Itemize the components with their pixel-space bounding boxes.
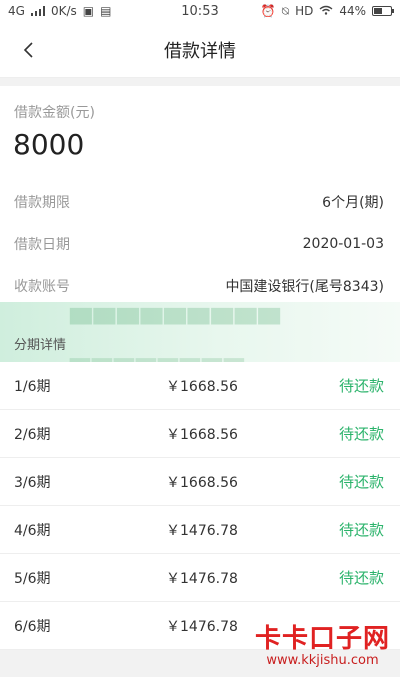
status-left: 4G 0K/s ▣ ▤ [8,4,148,18]
installment-list: 1/6期 ￥1668.56 待还款 2/6期 ￥1668.56 待还款 3/6期… [0,362,400,650]
loan-summary: 借款金额(元) 8000 借款期限 6个月(期) 借款日期 2020-01-03… [0,86,400,316]
term-value: 6个月(期) [322,195,384,211]
installment-status: 待还款 [338,473,384,491]
installment-amount: ￥1668.56 [166,426,238,443]
installment-period: 3/6期 [14,474,51,491]
chevron-left-icon [23,42,33,58]
installment-period: 1/6期 [14,378,51,395]
wifi-icon [319,4,333,18]
site-watermark-logo: 卡卡口子网 www.kkjishu.com [255,618,390,668]
silent-icon: ⍉ [281,3,290,18]
status-bar: 4G 0K/s ▣ ▤ 10:53 ⏰ ⍉ HD 44% [0,0,400,22]
nav-bar: 借款详情 [0,22,400,78]
installment-period: 5/6期 [14,570,51,587]
installment-row[interactable]: 1/6期 ￥1668.56 待还款 [0,362,400,410]
installment-amount: ￥1476.78 [166,522,238,539]
alarm-icon: ⏰ [260,4,276,18]
installment-amount: ￥1476.78 [166,570,238,587]
installment-amount: ￥1668.56 [166,474,238,491]
installment-row[interactable]: 2/6期 ￥1668.56 待还款 [0,410,400,458]
installment-row[interactable]: 3/6期 ￥1668.56 待还款 [0,458,400,506]
watermark-brand: 卡卡口子网 [254,624,390,654]
term-row: 借款期限 6个月(期) [14,190,384,214]
installment-status: 待还款 [338,425,384,443]
date-value: 2020-01-03 [302,236,384,252]
hd-label: HD [295,4,314,18]
term-label: 借款期限 [14,195,70,211]
installment-period: 6/6期 [14,618,51,635]
account-value: 中国建设银行(尾号8343) [225,279,384,295]
signal-icon [30,6,45,16]
clock: 10:53 [181,3,219,19]
notification-icon: ▤ [100,4,112,18]
installment-period: 2/6期 [14,426,51,443]
amount-label: 借款金额(元) [14,105,95,121]
installment-amount: ￥1476.78 [166,618,238,635]
back-button[interactable] [12,34,44,66]
installment-status: 待还款 [338,521,384,539]
installments-title: 分期详情 [14,338,67,353]
installment-status: 待还款 [338,569,384,587]
watermark-graphic: ▀▀▀▀▀▀▀▀▀ [70,308,282,341]
page-title: 借款详情 [164,40,236,62]
installment-amount: ￥1668.56 [166,378,238,395]
installment-row[interactable]: 5/6期 ￥1476.78 待还款 [0,554,400,602]
status-right: ⏰ ⍉ HD 44% [252,3,394,19]
network-indicator: 4G [8,4,25,18]
watermark-url: www.kkjishu.com [266,653,379,668]
account-label: 收款账号 [14,279,70,295]
installment-row[interactable]: 4/6期 ￥1476.78 待还款 [0,506,400,554]
battery-icon [372,6,394,16]
battery-percent: 44% [339,4,366,18]
installment-period: 4/6期 [14,522,51,539]
date-label: 借款日期 [14,237,70,253]
network-speed: 0K/s [50,4,77,18]
date-row: 借款日期 2020-01-03 [14,232,384,256]
installment-status: 待还款 [338,377,384,395]
amount-value: 8000 [13,128,85,161]
sim-icon: ▣ [82,4,95,18]
account-row: 收款账号 中国建设银行(尾号8343) [14,274,384,298]
